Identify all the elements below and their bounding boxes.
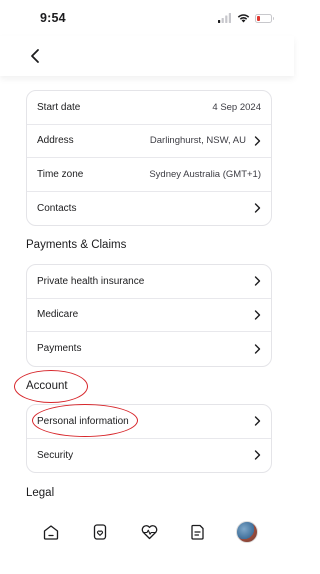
wifi-icon	[237, 14, 250, 23]
battery-level	[257, 15, 260, 21]
status-bar: 9:54	[0, 0, 294, 36]
chevron-right-icon	[254, 450, 261, 460]
address-value: Darlinghurst, NSW, AU	[149, 135, 246, 147]
row-payments[interactable]: Payments	[27, 332, 271, 366]
status-icons	[218, 13, 274, 23]
row-label: Time zone	[37, 168, 84, 180]
device-heart-icon	[93, 524, 107, 540]
back-button[interactable]	[26, 46, 46, 66]
tab-profile[interactable]	[235, 520, 259, 544]
document-icon	[191, 524, 204, 540]
row-medicare[interactable]: Medicare	[27, 299, 271, 332]
row-start-date: Start date 4 Sep 2024	[27, 91, 271, 125]
chevron-right-icon	[254, 203, 261, 213]
tab-home[interactable]	[39, 520, 63, 544]
chevron-right-icon	[254, 276, 261, 286]
row-label: Start date	[37, 101, 81, 113]
chevron-right-icon	[254, 136, 261, 146]
account-group: Personal information Security	[26, 404, 272, 473]
signal-icon	[218, 13, 231, 23]
nav-header	[0, 36, 294, 76]
time-zone-value: Sydney Australia (GMT+1)	[149, 168, 261, 180]
chevron-right-icon	[254, 344, 261, 354]
heart-pulse-icon	[141, 525, 157, 540]
row-label: Personal information	[37, 415, 129, 427]
row-label: Address	[37, 135, 74, 147]
row-label: Contacts	[37, 202, 77, 214]
row-contacts[interactable]: Contacts	[27, 192, 271, 226]
start-date-value: 4 Sep 2024	[212, 101, 261, 113]
section-title-legal: Legal	[26, 487, 55, 499]
section-title-payments: Payments & Claims	[26, 239, 127, 251]
tab-device[interactable]	[88, 520, 112, 544]
profile-avatar	[236, 521, 258, 543]
tab-documents[interactable]	[186, 520, 210, 544]
tab-health[interactable]	[137, 520, 161, 544]
row-time-zone: Time zone Sydney Australia (GMT+1)	[27, 158, 271, 192]
row-label: Security	[37, 449, 74, 461]
row-personal-information[interactable]: Personal information	[27, 405, 271, 439]
row-security[interactable]: Security	[27, 439, 271, 473]
row-label: Private health insurance	[37, 275, 145, 287]
tab-bar	[0, 506, 294, 574]
home-icon	[43, 525, 59, 540]
row-label: Payments	[37, 343, 82, 355]
section-title-account: Account	[26, 380, 68, 392]
row-private-health-insurance[interactable]: Private health insurance	[27, 265, 271, 299]
chevron-right-icon	[254, 416, 261, 426]
chevron-right-icon	[254, 310, 261, 320]
status-time: 9:54	[40, 11, 66, 25]
row-label: Medicare	[37, 309, 79, 321]
payments-group: Private health insurance Medicare Paymen…	[26, 264, 272, 367]
battery-icon	[255, 13, 274, 23]
row-address[interactable]: Address Darlinghurst, NSW, AU	[27, 125, 271, 158]
profile-details-group: Start date 4 Sep 2024 Address Darlinghur…	[26, 90, 272, 226]
